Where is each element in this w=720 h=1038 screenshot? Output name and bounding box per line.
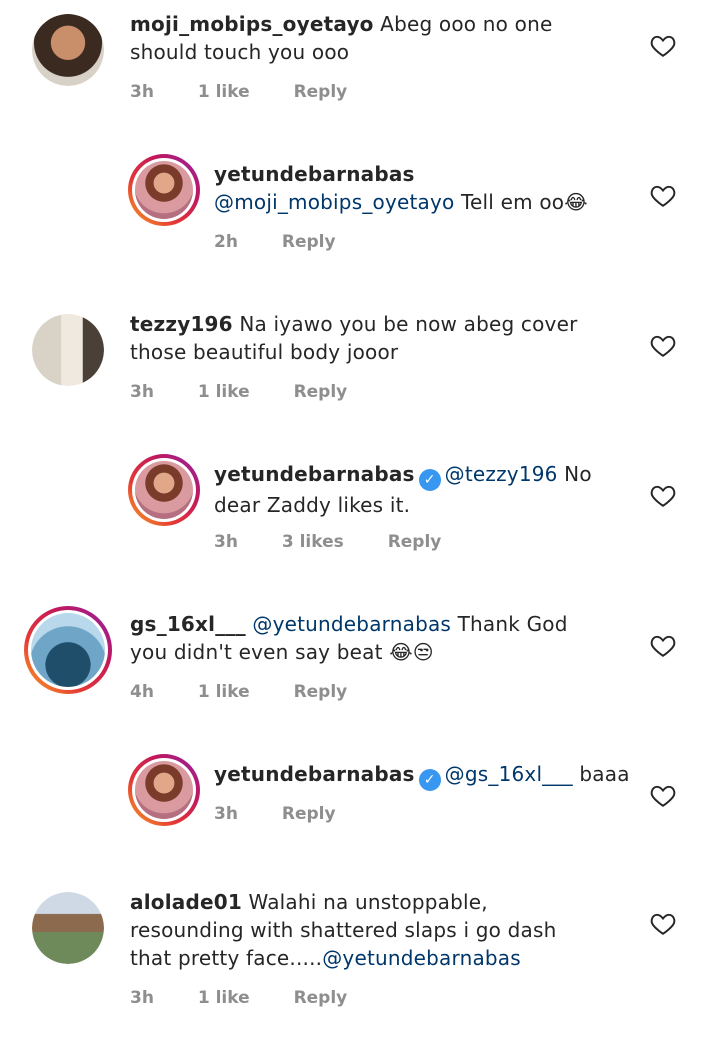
avatar[interactable]	[32, 314, 104, 386]
comment-meta: 3h 1 like Reply	[130, 82, 385, 102]
avatar[interactable]	[128, 154, 200, 226]
comment-body: baaa	[572, 762, 630, 786]
comment-text: yetundebarnabas ✓ @tezzy196 No dear Zaddy …	[214, 460, 614, 519]
like-count[interactable]: 1 like	[198, 682, 250, 702]
comment-meta: 3h Reply	[214, 804, 374, 824]
like-count[interactable]: 1 like	[198, 382, 250, 402]
reply-button[interactable]: Reply	[294, 82, 348, 102]
mention-link[interactable]: @yetundebarnabas	[322, 946, 521, 970]
verified-badge-icon: ✓	[418, 469, 441, 491]
comment-meta: 3h 3 likes Reply	[214, 532, 479, 552]
comment-text: alolade01 Walahi na unstoppable, resound…	[130, 888, 600, 972]
heart-outline-icon[interactable]	[650, 912, 676, 936]
heart-outline-icon[interactable]	[650, 634, 676, 658]
avatar[interactable]	[128, 754, 200, 826]
heart-outline-icon[interactable]	[650, 34, 676, 58]
username[interactable]: yetundebarnabas	[214, 462, 415, 486]
username[interactable]: yetundebarnabas	[214, 162, 415, 186]
mention-link[interactable]: @yetundebarnabas	[252, 612, 451, 636]
heart-outline-icon[interactable]	[650, 484, 676, 508]
timestamp: 3h	[214, 532, 238, 552]
reply-button[interactable]: Reply	[294, 382, 348, 402]
username[interactable]: yetundebarnabas	[214, 762, 415, 786]
like-count[interactable]: 1 like	[198, 82, 250, 102]
mention-link[interactable]: @gs_16xl___	[445, 762, 573, 786]
username[interactable]: gs_16xl___	[130, 612, 246, 636]
like-count[interactable]: 3 likes	[282, 532, 344, 552]
reply-button[interactable]: Reply	[294, 988, 348, 1008]
timestamp: 2h	[214, 232, 238, 252]
timestamp: 4h	[130, 682, 154, 702]
comment-text: yetundebarnabas @moji_mobips_oyetayo Tel…	[214, 160, 614, 216]
timestamp: 3h	[214, 804, 238, 824]
comment-text: tezzy196 Na iyawo you be now abeg cover …	[130, 310, 620, 366]
comment-meta: 4h 1 like Reply	[130, 682, 385, 702]
avatar[interactable]	[32, 892, 104, 964]
username[interactable]: moji_mobips_oyetayo	[130, 12, 374, 36]
heart-outline-icon[interactable]	[650, 184, 676, 208]
username[interactable]: tezzy196	[130, 312, 233, 336]
avatar[interactable]	[128, 454, 200, 526]
comment-meta: 3h 1 like Reply	[130, 382, 385, 402]
reply-button[interactable]: Reply	[282, 232, 336, 252]
heart-outline-icon[interactable]	[650, 334, 676, 358]
comment-body: Tell em oo😂	[454, 190, 588, 214]
timestamp: 3h	[130, 82, 154, 102]
comment-text: gs_16xl___ @yetundebarnabas Thank God yo…	[130, 610, 610, 666]
username[interactable]: alolade01	[130, 890, 242, 914]
heart-outline-icon[interactable]	[650, 784, 676, 808]
reply-button[interactable]: Reply	[282, 804, 336, 824]
reply-button[interactable]: Reply	[294, 682, 348, 702]
comment-meta: 2h Reply	[214, 232, 374, 252]
mention-link[interactable]: @moji_mobips_oyetayo	[214, 190, 454, 214]
mention-link[interactable]: @tezzy196	[445, 462, 558, 486]
avatar[interactable]	[32, 14, 104, 86]
comment-text: moji_mobips_oyetayo Abeg ooo no one shou…	[130, 10, 600, 66]
timestamp: 3h	[130, 382, 154, 402]
verified-badge-icon: ✓	[418, 769, 441, 791]
comment-text: yetundebarnabas ✓ @gs_16xl___ baaa	[214, 760, 634, 791]
timestamp: 3h	[130, 988, 154, 1008]
avatar[interactable]	[24, 606, 112, 694]
comment-meta: 3h 1 like Reply	[130, 988, 385, 1008]
like-count[interactable]: 1 like	[198, 988, 250, 1008]
reply-button[interactable]: Reply	[388, 532, 442, 552]
